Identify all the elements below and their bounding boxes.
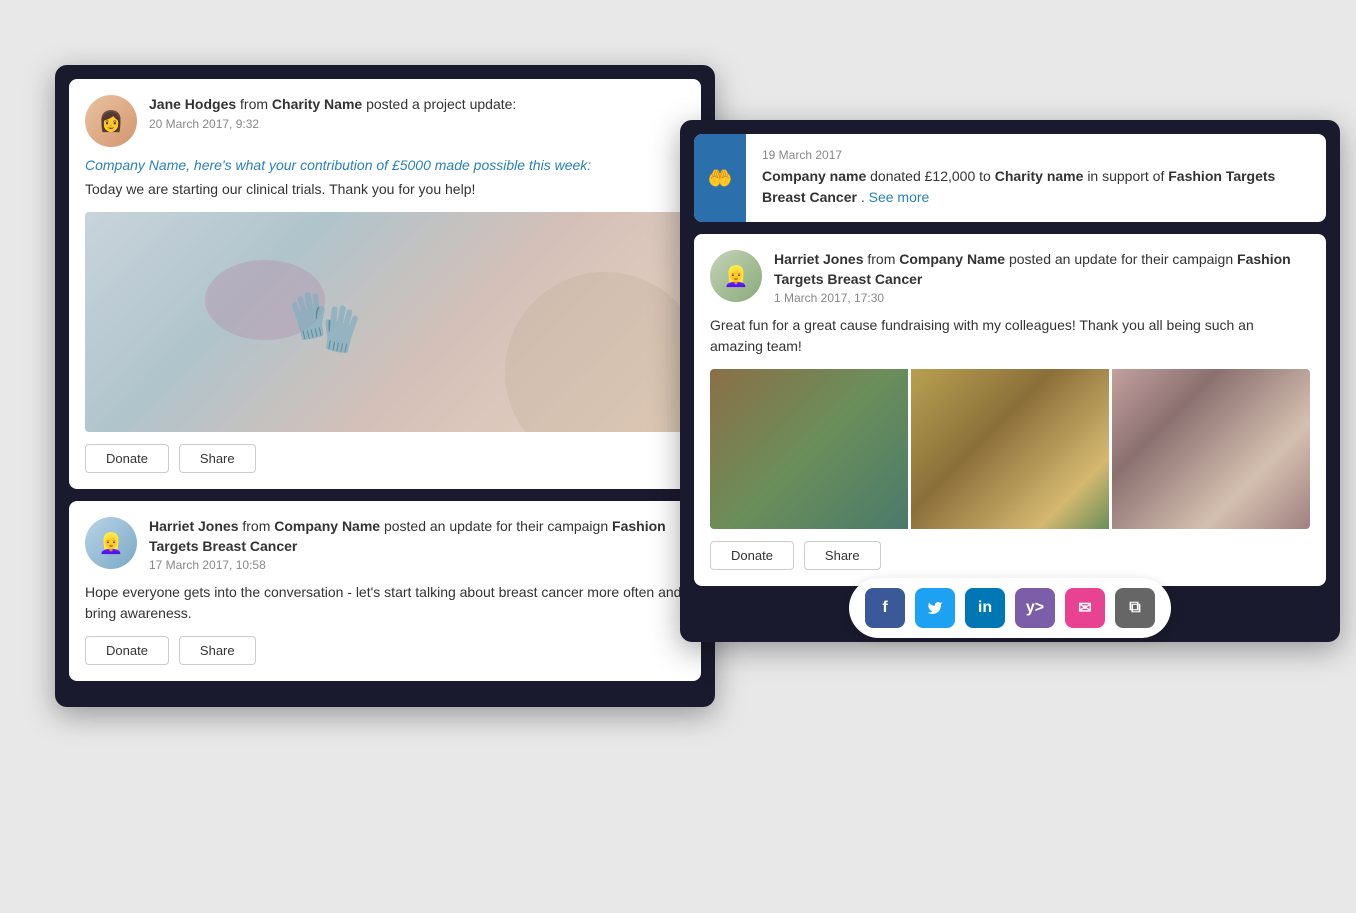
- timestamp: 20 March 2017, 9:32: [149, 117, 685, 131]
- card-header: 👩 Jane Hodges from Charity Name posted a…: [85, 95, 685, 147]
- grid-image-1: [710, 369, 908, 529]
- timestamp-2: 17 March 2017, 10:58: [149, 558, 685, 572]
- see-more-link[interactable]: See more: [869, 189, 930, 205]
- linkedin-button[interactable]: in: [965, 588, 1005, 628]
- share-button-3[interactable]: Share: [804, 541, 881, 570]
- glove-icon: 🧤: [288, 287, 363, 358]
- donate-button-3[interactable]: Donate: [710, 541, 794, 570]
- share-button-2[interactable]: Share: [179, 636, 256, 665]
- donation-text: Company name donated £12,000 to Charity …: [762, 166, 1310, 208]
- social-share-bar: f in y> ✉ ⧉: [849, 578, 1171, 638]
- donation-amount: £12,000: [925, 168, 976, 184]
- right-wrapper: 🤲 19 March 2017 Company name donated £12…: [694, 134, 1326, 628]
- left-screen: 👩 Jane Hodges from Charity Name posted a…: [55, 65, 715, 707]
- avatar-jane: 👩: [85, 95, 137, 147]
- from-text: from: [240, 96, 268, 112]
- update-body: Great fun for a great cause fundraising …: [710, 315, 1310, 357]
- card-actions-2: Donate Share: [85, 636, 685, 665]
- lab-image: 🧤: [85, 212, 685, 432]
- update-company: Company Name: [899, 251, 1005, 267]
- donor-company: Company name: [762, 168, 866, 184]
- author-name: Jane Hodges: [149, 96, 236, 112]
- update-header-text: Harriet Jones from Company Name posted a…: [774, 250, 1310, 305]
- card-body: Today we are starting our clinical trial…: [85, 179, 685, 200]
- email-button[interactable]: ✉: [1065, 588, 1105, 628]
- grid-image-3: [1112, 369, 1310, 529]
- donation-icon-container: 🤲: [694, 134, 746, 222]
- avatar-harriet: 👱‍♀️: [85, 517, 137, 569]
- header-text-2: Harriet Jones from Company Name posted a…: [149, 517, 685, 572]
- donate-button[interactable]: Donate: [85, 444, 169, 473]
- card-jane-hodges: 👩 Jane Hodges from Charity Name posted a…: [69, 79, 701, 489]
- image-grid: [710, 369, 1310, 529]
- header-text: Jane Hodges from Charity Name posted a p…: [149, 95, 685, 131]
- donation-card: 🤲 19 March 2017 Company name donated £12…: [694, 134, 1326, 222]
- name-line: Jane Hodges from Charity Name posted a p…: [149, 95, 685, 115]
- avatar-harriet-2: 👱‍♀️: [710, 250, 762, 302]
- recipient-charity: Charity name: [995, 168, 1084, 184]
- card-body-2: Hope everyone gets into the conversation…: [85, 582, 685, 624]
- twitter-button[interactable]: [915, 588, 955, 628]
- facebook-button[interactable]: f: [865, 588, 905, 628]
- donation-date: 19 March 2017: [762, 148, 1310, 162]
- card-harriet-jones: 👱‍♀️ Harriet Jones from Company Name pos…: [69, 501, 701, 681]
- yammer-button[interactable]: y>: [1015, 588, 1055, 628]
- italic-intro: Company Name, here's what your contribut…: [85, 157, 685, 173]
- update-card-harriet: 👱‍♀️ Harriet Jones from Company Name pos…: [694, 234, 1326, 586]
- share-button[interactable]: Share: [179, 444, 256, 473]
- hands-icon: 🤲: [708, 166, 733, 191]
- action-text: posted a project update:: [366, 96, 516, 112]
- update-card-header: 👱‍♀️ Harriet Jones from Company Name pos…: [710, 250, 1310, 305]
- card-header-2: 👱‍♀️ Harriet Jones from Company Name pos…: [85, 517, 685, 572]
- charity-name: Charity Name: [272, 96, 362, 112]
- copy-button[interactable]: ⧉: [1115, 588, 1155, 628]
- update-author: Harriet Jones: [774, 251, 863, 267]
- name-line-2: Harriet Jones from Company Name posted a…: [149, 517, 685, 556]
- card-actions: Donate Share: [85, 444, 685, 473]
- right-screen: 🤲 19 March 2017 Company name donated £12…: [680, 120, 1340, 642]
- author-name-2: Harriet Jones: [149, 518, 238, 534]
- donation-content: 19 March 2017 Company name donated £12,0…: [746, 134, 1326, 222]
- update-name-line: Harriet Jones from Company Name posted a…: [774, 250, 1310, 289]
- donate-button-2[interactable]: Donate: [85, 636, 169, 665]
- lab-image-container: 🧤: [85, 212, 685, 432]
- grid-image-2: [911, 369, 1109, 529]
- update-timestamp: 1 March 2017, 17:30: [774, 291, 1310, 305]
- update-card-actions: Donate Share: [710, 541, 1310, 570]
- company-name-2: Company Name: [274, 518, 380, 534]
